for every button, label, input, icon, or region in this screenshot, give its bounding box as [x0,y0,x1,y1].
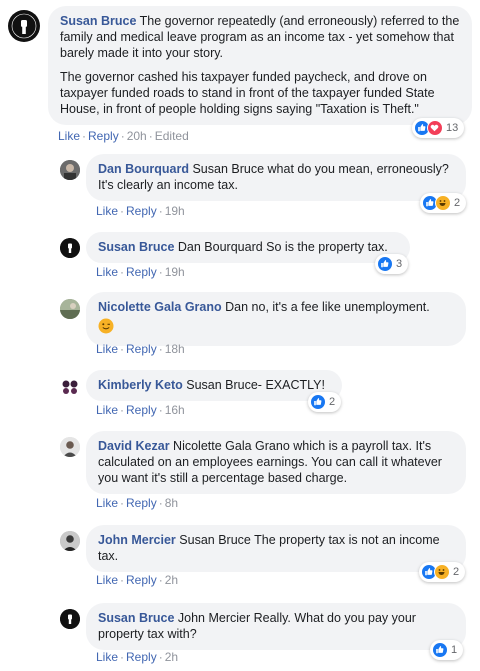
timestamp[interactable]: 16h [165,403,185,417]
reply-text: Dan no, it's a fee like unemployment. [225,300,430,314]
reply-actions: Like · Reply · 19h [96,265,185,279]
reply-author[interactable]: Dan Bourquard [98,162,189,176]
avatar-susan-bruce[interactable] [8,10,40,42]
reply-link[interactable]: Reply [126,573,157,587]
reaction-summary[interactable]: 13 [412,118,465,138]
fist-logo-icon [9,11,39,41]
like-reaction-icon [432,642,448,658]
reply-author[interactable]: Nicolette Gala Grano [98,300,222,314]
timestamp[interactable]: 2h [165,573,178,587]
reply-bubble: Susan Bruce John Mercier Really. What do… [86,603,466,650]
timestamp[interactable]: 19h [165,204,185,218]
comment-author[interactable]: Susan Bruce [60,14,136,28]
comment-actions: Like · Reply · 20h · Edited [58,129,189,143]
reaction-summary[interactable]: 2 [420,193,467,213]
fist-logo-icon [60,238,80,258]
like-reaction-icon [377,256,393,272]
avatar-nicolette-gala-grano[interactable] [60,299,80,319]
avatar-dan-bourquard[interactable] [60,160,80,180]
reply-author[interactable]: Susan Bruce [98,240,174,254]
reply-link[interactable]: Reply [126,265,157,279]
fist-logo-icon [60,609,80,629]
reaction-summary[interactable]: 3 [375,254,409,274]
haha-reaction-icon [435,195,451,211]
reply-bubble: Nicolette Gala Grano Dan no, it's a fee … [86,292,466,346]
reply-bubble: David Kezar Nicolette Gala Grano which i… [86,431,466,494]
reply-author[interactable]: Kimberly Keto [98,378,183,392]
timestamp[interactable]: 20h [127,129,147,143]
like-link[interactable]: Like [96,403,118,417]
reaction-summary[interactable]: 2 [308,392,342,412]
reply-actions: Like · Reply · 16h [96,403,185,417]
comment-text-2: The governor cashed his taxpayer funded … [60,70,435,116]
avatar-john-mercier[interactable] [60,531,80,551]
like-reaction-icon [310,394,326,410]
reply-actions: Like · Reply · 2h [96,650,179,664]
haha-reaction-icon [434,564,450,580]
reaction-count: 1 [451,644,458,656]
reaction-count: 2 [453,566,460,578]
reply-link[interactable]: Reply [126,342,157,356]
reply-actions: Like · Reply · 18h [96,342,185,356]
reply-actions: Like · Reply · 8h [96,496,179,510]
avatar-susan-bruce[interactable] [60,609,80,629]
reply-text: Susan Bruce- EXACTLY! [186,378,325,392]
love-reaction-icon [427,120,443,136]
reply-link[interactable]: Reply [126,496,157,510]
reply-link[interactable]: Reply [88,129,119,143]
avatar-kimberly-keto[interactable] [60,377,80,397]
avatar-david-kezar[interactable] [60,437,80,457]
avatar-susan-bruce[interactable] [60,238,80,258]
comment-bubble: Susan Bruce The governor repeatedly (and… [48,6,472,125]
timestamp[interactable]: 8h [165,496,178,510]
reply-actions: Like · Reply · 19h [96,204,185,218]
reply-link[interactable]: Reply [126,204,157,218]
reaction-summary[interactable]: 1 [430,640,464,660]
reaction-count: 2 [329,396,336,408]
reply-bubble: Dan Bourquard Susan Bruce what do you me… [86,154,466,201]
timestamp[interactable]: 19h [165,265,185,279]
reaction-summary[interactable]: 2 [419,562,466,582]
like-link[interactable]: Like [96,573,118,587]
reply-bubble: Susan Bruce Dan Bourquard So is the prop… [86,232,410,263]
reply-bubble: Kimberly Keto Susan Bruce- EXACTLY! [86,370,342,401]
reply-author[interactable]: David Kezar [98,439,170,453]
reply-actions: Like · Reply · 2h [96,573,179,587]
like-link[interactable]: Like [58,129,80,143]
like-link[interactable]: Like [96,650,118,664]
timestamp[interactable]: 2h [165,650,178,664]
reply-author[interactable]: Susan Bruce [98,611,174,625]
like-link[interactable]: Like [96,265,118,279]
reply-author[interactable]: John Mercier [98,533,176,547]
reply-link[interactable]: Reply [126,403,157,417]
timestamp[interactable]: 18h [165,342,185,356]
wink-emoji-icon [98,318,114,338]
edited-label[interactable]: Edited [155,129,189,143]
reaction-count: 2 [454,197,461,209]
like-link[interactable]: Like [96,342,118,356]
reply-link[interactable]: Reply [126,650,157,664]
reply-text: Dan Bourquard So is the property tax. [177,240,388,254]
like-link[interactable]: Like [96,204,118,218]
reply-bubble: John Mercier Susan Bruce The property ta… [86,525,466,572]
reaction-count: 3 [396,258,403,270]
like-link[interactable]: Like [96,496,118,510]
reaction-count: 13 [446,122,459,134]
